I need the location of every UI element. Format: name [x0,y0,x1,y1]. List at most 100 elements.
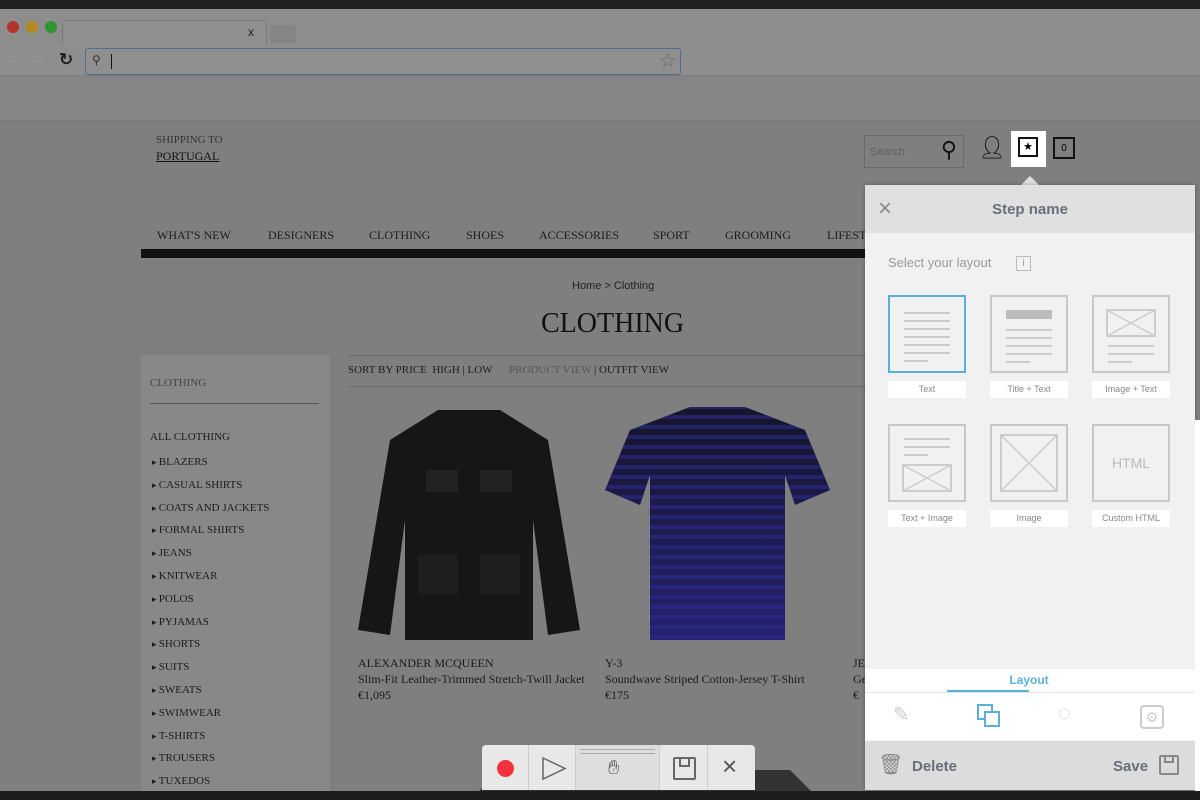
all-clothing-link[interactable]: ALL CLOTHING [150,431,230,443]
browser-tab[interactable]: x [62,20,267,45]
sidebar-category-link[interactable]: FORMAL SHIRTS [152,524,244,536]
layout-label: Title + Text [990,381,1068,398]
account-icon[interactable]: 👤︎ [978,135,1006,161]
cursor-target-icon[interactable]: ◌ [1058,700,1071,726]
sidebar-category-link[interactable]: COATS AND JACKETS [152,502,270,514]
sidebar-category-link[interactable]: SUITS [152,661,190,673]
tab-layout[interactable]: Layout [947,673,1111,687]
close-window-icon[interactable] [7,21,19,33]
step-name-title[interactable]: Step name [865,201,1195,218]
save-button[interactable]: Save [1113,758,1148,775]
text-layout-icon [888,295,966,373]
product-price: €1,095 [358,688,391,702]
sidebar-category-link[interactable]: SWIMWEAR [152,707,221,719]
tab-close-icon[interactable]: x [248,25,254,39]
drag-handle[interactable]: ✋︎ [576,745,660,790]
trash-icon[interactable]: 🗑︎ [878,752,903,777]
sidebar-title: CLOTHING [150,377,207,389]
outfit-view-link[interactable]: OUTFIT VIEW [599,364,669,376]
nav-designers[interactable]: DESIGNERS [268,228,334,243]
sort-low-link[interactable]: LOW [468,364,493,376]
sidebar-category-link[interactable]: T-SHIRTS [152,730,206,742]
layers-icon[interactable] [977,704,1000,727]
product-view-link[interactable]: PRODUCT VIEW [509,364,591,376]
search-icon[interactable]: ⚲ [941,137,957,163]
product-card[interactable]: JE Ge € [853,655,865,703]
sidebar-category-link[interactable]: PYJAMAS [152,616,209,628]
save-recording-button[interactable] [660,745,708,790]
wishlist-button[interactable]: ★ [1011,131,1046,167]
sidebar-category-link[interactable]: KNITWEAR [152,570,218,582]
sidebar-category-link[interactable]: SHORTS [152,638,201,650]
record-button[interactable] [482,745,529,790]
title-text-layout-icon [990,295,1068,373]
bookmark-star-icon[interactable]: ☆ [659,50,676,73]
sidebar-category-link[interactable]: BLAZERS [152,456,208,468]
close-icon: × [722,751,738,781]
sort-bar: SORT BY PRICE HIGH | LOW PRODUCT VIEW | … [348,364,670,376]
divider [348,386,865,387]
info-icon[interactable]: i [1016,256,1031,271]
page-scrollbar[interactable] [1195,420,1200,800]
product-name[interactable]: Ge [853,671,865,687]
text-image-layout-icon [888,424,966,502]
tshirt-image[interactable] [605,405,830,640]
jacket-image[interactable] [358,400,580,645]
address-bar[interactable]: ⚲ ☆ [85,48,681,75]
minimize-window-icon[interactable] [26,21,38,33]
edit-icon[interactable]: ✎ [893,702,910,727]
layout-option-title-text[interactable]: Title + Text [990,295,1068,398]
bag-icon[interactable]: 0 [1053,137,1075,159]
layout-option-custom-html[interactable]: HTML Custom HTML [1092,424,1170,527]
maximize-window-icon[interactable] [45,21,57,33]
save-icon[interactable] [1159,755,1179,775]
sort-high-link[interactable]: HIGH [432,364,460,376]
image-text-layout-icon [1092,295,1170,373]
product-brand: ALEXANDER MCQUEEN [358,656,494,670]
product-card[interactable]: ALEXANDER MCQUEEN Slim-Fit Leather-Trimm… [358,655,588,703]
sidebar-category-link[interactable]: SWEATS [152,684,202,696]
divider [865,692,1195,693]
back-icon[interactable]: ← [5,51,21,69]
product-price: €175 [605,688,629,702]
nav-grooming[interactable]: GROOMING [725,228,791,243]
forward-icon[interactable]: → [30,51,46,69]
layout-option-text-image[interactable]: Text + Image [888,424,966,527]
sidebar-category-link[interactable]: JEANS [152,547,192,559]
nav-clothing[interactable]: CLOTHING [369,228,430,243]
product-card[interactable]: Y-3 Soundwave Striped Cotton-Jersey T-Sh… [605,655,820,703]
bookmarks-bar [0,76,1200,121]
sidebar-category-link[interactable]: TUXEDOS [152,775,210,787]
close-recorder-button[interactable]: × [708,745,755,790]
image-layout-icon [990,424,1068,502]
search-icon: ⚲ [92,53,101,67]
nav-shoes[interactable]: SHOES [466,228,504,243]
product-name[interactable]: Soundwave Striped Cotton-Jersey T-Shirt [605,671,820,687]
layout-label: Custom HTML [1092,510,1170,527]
sidebar-category-link[interactable]: TROUSERS [152,752,215,764]
nav-underline [141,249,865,258]
play-button[interactable] [529,745,576,790]
nav-whats-new[interactable]: WHAT'S NEW [157,228,231,243]
save-icon [673,757,696,780]
delete-button[interactable]: Delete [912,758,957,775]
nav-lifestyle[interactable]: LIFEST [827,228,865,243]
settings-gear-icon[interactable]: ⚙ [1140,705,1164,729]
new-tab-button[interactable] [270,25,296,43]
layout-option-image-text[interactable]: Image + Text [1092,295,1170,398]
site-search-input[interactable]: Search ⚲ [864,135,964,168]
product-brand: JE [853,656,865,670]
layout-label: Image + Text [1092,381,1170,398]
shipping-country-link[interactable]: PORTUGAL [156,149,219,164]
sidebar-category-link[interactable]: CASUAL SHIRTS [152,479,243,491]
breadcrumb[interactable]: Home > Clothing [572,280,654,292]
sidebar-category-link[interactable]: POLOS [152,593,194,605]
layout-option-text[interactable]: Text [888,295,966,398]
reload-icon[interactable]: ↻ [59,50,73,70]
layout-option-image[interactable]: Image [990,424,1068,527]
play-icon [542,756,567,781]
nav-sport[interactable]: SPORT [653,228,690,243]
product-name[interactable]: Slim-Fit Leather-Trimmed Stretch-Twill J… [358,671,588,687]
screen-bottom-bar [0,791,1200,800]
nav-accessories[interactable]: ACCESSORIES [539,228,619,243]
